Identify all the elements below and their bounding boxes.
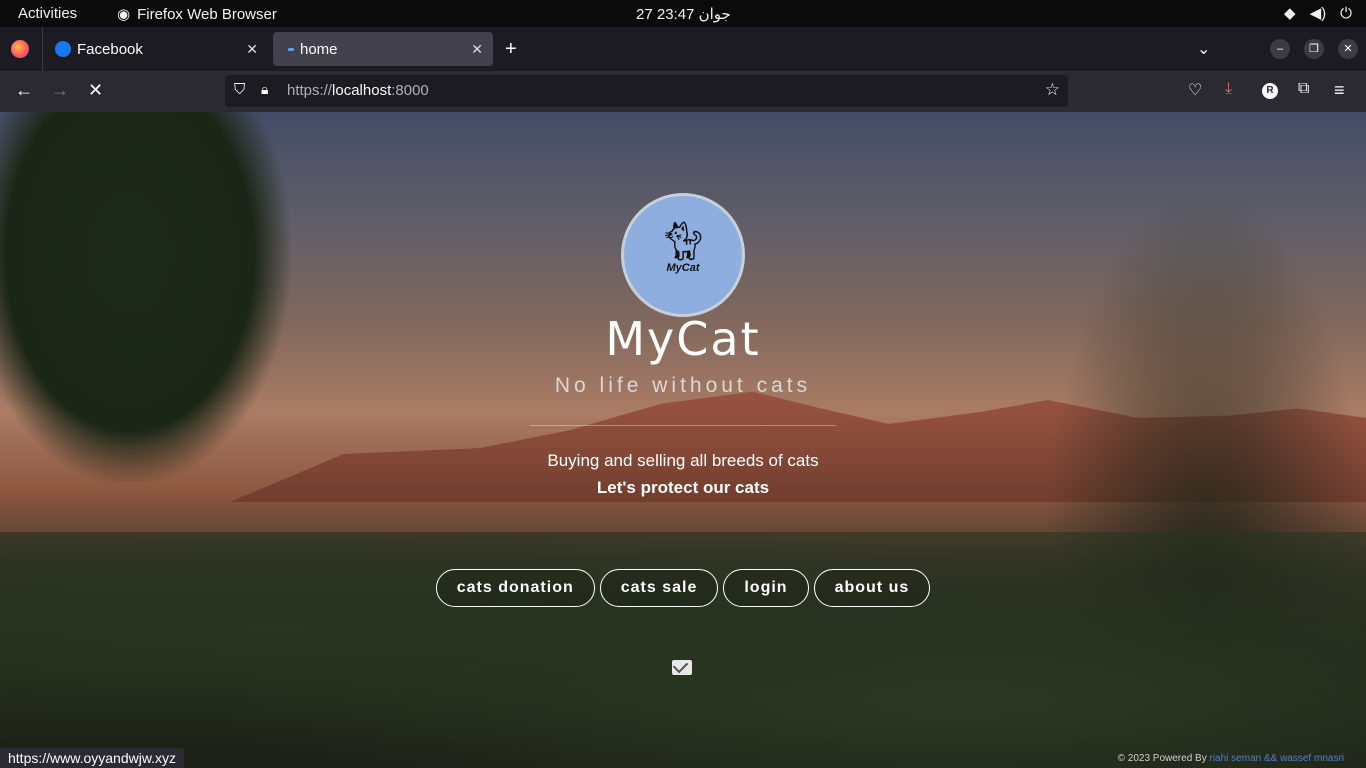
navigation-toolbar: ← → ✕ ⛉ 🔒︎ https://localhost:8000 ☆ ♡ ⤓ … xyxy=(0,71,1366,112)
minimize-button[interactable]: – xyxy=(1270,39,1290,59)
forward-button[interactable]: → xyxy=(51,80,69,101)
background-pine-tree xyxy=(0,112,290,482)
system-top-bar: Activities ◉ Firefox Web Browser 27 جوان… xyxy=(0,0,1366,27)
divider xyxy=(530,425,836,426)
cats-sale-button[interactable]: cats sale xyxy=(599,569,719,607)
background-desert-shrubs xyxy=(0,532,1366,768)
clock[interactable]: 27 جوان 23:47 xyxy=(636,5,731,23)
description-line-2: Let's protect our cats xyxy=(596,478,770,497)
close-window-button[interactable]: ✕ xyxy=(1338,39,1358,59)
app-name: Firefox Web Browser xyxy=(137,5,277,23)
wifi-icon: ◆ xyxy=(1284,5,1296,22)
maximize-button[interactable]: ❐ xyxy=(1304,39,1324,59)
firefox-icon: ◉ xyxy=(117,6,131,23)
url-bar[interactable]: ⛉ 🔒︎ https://localhost:8000 ☆ xyxy=(225,75,1068,107)
account-avatar[interactable]: R xyxy=(1262,83,1278,99)
tab-close-icon[interactable]: ✕ xyxy=(471,41,483,58)
site-logo: 🐈︎ MyCat xyxy=(621,193,745,317)
url-text[interactable]: https://localhost:8000 xyxy=(287,82,429,99)
activities-button[interactable]: Activities xyxy=(18,5,77,22)
stop-button[interactable]: ✕ xyxy=(88,80,103,101)
loading-favicon-icon xyxy=(288,47,294,51)
tab-facebook[interactable]: Facebook ✕ xyxy=(48,32,268,66)
list-all-tabs-chevron-icon[interactable]: ⌄ xyxy=(1197,39,1210,59)
tab-home[interactable]: home ✕ xyxy=(273,32,493,66)
tab-close-icon[interactable]: ✕ xyxy=(246,41,258,58)
about-us-button[interactable]: about us xyxy=(813,569,931,607)
link-status-bar: https://www.oyyandwjw.xyz xyxy=(0,748,185,768)
footer-credits: © 2023 Powered By riahi seman && wassef … xyxy=(1117,753,1345,764)
power-icon: ⏻ xyxy=(1340,4,1352,22)
facebook-favicon-icon xyxy=(55,41,71,57)
bookmark-star-icon[interactable]: ☆ xyxy=(1045,80,1060,100)
tab-title: home xyxy=(300,40,338,58)
page-viewport: 🐈︎ MyCat MyCat No life without cats Buyi… xyxy=(0,112,1366,768)
description-line-1: Buying and selling all breeds of cats xyxy=(547,451,819,470)
extensions-icon[interactable]: ⧉ xyxy=(1298,80,1309,98)
cat-silhouette-icon: 🐈︎ xyxy=(658,221,708,263)
main-nav: cats donation cats sale login about us xyxy=(0,569,1366,607)
system-tray[interactable]: ◆ ◀) ⏻ xyxy=(1284,4,1352,23)
site-tagline: No life without cats xyxy=(554,374,812,397)
tab-divider xyxy=(42,27,43,71)
new-tab-button[interactable]: + xyxy=(505,38,517,61)
tab-strip: Facebook ✕ home ✕ + ⌄ – ❐ ✕ xyxy=(0,27,1366,71)
hamburger-menu-icon[interactable]: ≡ xyxy=(1334,80,1345,101)
firefox-view-icon[interactable] xyxy=(11,40,29,58)
login-button[interactable]: login xyxy=(723,569,809,607)
pocket-icon[interactable]: ♡ xyxy=(1188,80,1202,100)
envelope-icon[interactable] xyxy=(672,660,692,675)
footer-authors-link[interactable]: riahi seman && wassef mnasri xyxy=(1210,753,1345,764)
shield-icon[interactable]: ⛉ xyxy=(234,81,245,98)
downloads-icon[interactable]: ⤓ xyxy=(1225,80,1232,98)
logo-text: MyCat xyxy=(666,262,700,274)
cats-donation-button[interactable]: cats donation xyxy=(435,569,595,607)
back-button[interactable]: ← xyxy=(15,80,33,101)
volume-icon: ◀) xyxy=(1309,5,1327,22)
app-menu[interactable]: ◉ Firefox Web Browser xyxy=(117,5,277,24)
site-title: MyCat xyxy=(605,312,761,366)
lock-icon[interactable]: 🔒︎ xyxy=(261,81,268,98)
tab-title: Facebook xyxy=(77,40,143,58)
